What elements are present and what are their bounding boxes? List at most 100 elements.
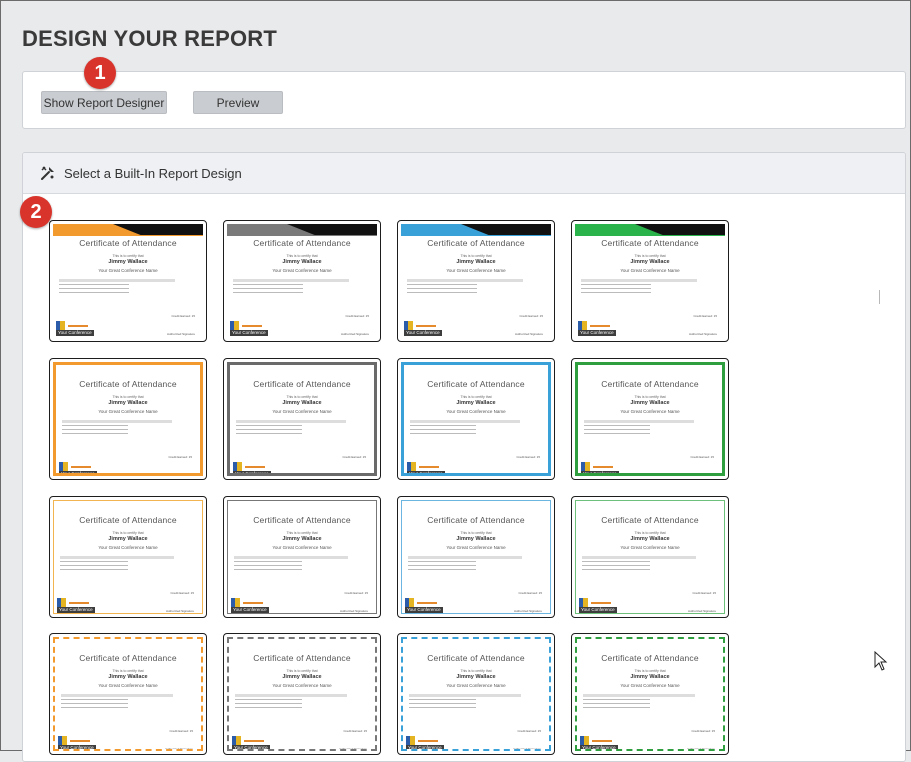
certificate-preview: Certificate of Attendance This is to cert…: [53, 500, 203, 614]
table-row: [410, 425, 476, 426]
conference-logo: Your Conference: [59, 462, 97, 473]
table-row: [408, 561, 477, 562]
certificate-title: Certificate of Attendance: [79, 653, 177, 663]
logo-text-line: [416, 324, 436, 327]
table-header: [61, 694, 173, 697]
table-header: [62, 420, 172, 423]
logo-top: [579, 598, 617, 607]
logo-label: Your Conference: [230, 330, 268, 336]
conference-logo: Your Conference: [231, 598, 269, 613]
table-row: [234, 565, 303, 566]
certificate-name: Jimmy Wallace: [108, 400, 148, 406]
report-design-thumbnail[interactable]: Certificate of Attendance This is to cert…: [397, 220, 555, 342]
table-row: [234, 569, 303, 570]
logo-figure-icon: [578, 321, 587, 330]
certificate-name: Jimmy Wallace: [282, 536, 322, 542]
step-badge-1: 1: [84, 57, 116, 89]
conference-logo: Your Conference: [58, 736, 96, 749]
logo-text-line: [71, 465, 91, 468]
table-header: [410, 420, 520, 423]
table-row: [407, 288, 477, 289]
report-design-thumbnail[interactable]: Certificate of Attendance This is to cert…: [397, 496, 555, 618]
report-design-thumbnail[interactable]: Certificate of Attendance This is to cert…: [223, 358, 381, 480]
certificate-title: Certificate of Attendance: [253, 653, 351, 663]
banner-line: [227, 235, 377, 236]
certificate-signature: Authorized Signature: [339, 609, 368, 613]
logo-label: Your Conference: [58, 745, 96, 749]
table-row: [409, 703, 477, 704]
conference-logo: Your Conference: [407, 462, 445, 473]
table-row: [408, 569, 477, 570]
certificate-banner: [227, 224, 377, 236]
certificate-table: [408, 556, 522, 573]
certificate-preview: Certificate of Attendance This is to cert…: [401, 362, 551, 476]
report-design-thumbnail[interactable]: Certificate of Attendance This is to cert…: [397, 633, 555, 755]
certificate-name: Jimmy Wallace: [630, 536, 670, 542]
report-design-thumbnail[interactable]: Certificate of Attendance This is to cert…: [571, 496, 729, 618]
certificate-certifies: This is to certify that: [634, 254, 666, 258]
certificate-table: [60, 556, 174, 573]
logo-figure-icon: [231, 598, 240, 607]
certificate-banner: [575, 224, 725, 236]
certificate-table: [581, 279, 697, 296]
certificate-certifies: This is to certify that: [634, 531, 666, 535]
certificate-title: Certificate of Attendance: [79, 515, 177, 525]
certificate-name: Jimmy Wallace: [108, 259, 148, 265]
table-row: [236, 433, 302, 434]
certificate-title: Certificate of Attendance: [253, 515, 351, 525]
table-row: [235, 703, 303, 704]
certificate-certifies: This is to certify that: [112, 669, 144, 673]
logo-figure-icon: [405, 598, 414, 607]
report-design-thumbnail[interactable]: Certificate of Attendance This is to cert…: [397, 358, 555, 480]
built-in-designs-panel: Select a Built-In Report Design Certific…: [22, 152, 906, 762]
logo-label: Your Conference: [231, 607, 269, 613]
logo-top: [232, 736, 270, 745]
table-row: [61, 703, 129, 704]
certificate-table: [61, 694, 173, 711]
certificate-preview: Certificate of Attendance This is to cert…: [227, 224, 377, 338]
report-design-thumbnail[interactable]: Certificate of Attendance This is to cert…: [571, 633, 729, 755]
table-row: [407, 284, 477, 285]
report-design-thumbnail[interactable]: Certificate of Attendance This is to cert…: [571, 220, 729, 342]
report-design-thumbnail[interactable]: Certificate of Attendance This is to cert…: [223, 633, 381, 755]
table-header: [233, 279, 349, 282]
table-row: [409, 699, 477, 700]
table-row: [582, 561, 651, 562]
report-design-thumbnail[interactable]: Certificate of Attendance This is to cert…: [49, 358, 207, 480]
report-design-thumbnail[interactable]: Certificate of Attendance This is to cert…: [49, 633, 207, 755]
logo-text-line: [244, 739, 264, 742]
logo-label: Your Conference: [404, 330, 442, 336]
certificate-certifies: This is to certify that: [634, 395, 666, 399]
certificate-certifies: This is to certify that: [286, 395, 318, 399]
table-row: [233, 292, 303, 293]
certificate-certifies: This is to certify that: [634, 669, 666, 673]
logo-figure-icon: [404, 321, 413, 330]
logo-text-line: [592, 739, 612, 742]
report-design-thumbnail[interactable]: Certificate of Attendance This is to cert…: [223, 220, 381, 342]
report-design-thumbnail[interactable]: Certificate of Attendance This is to cert…: [49, 220, 207, 342]
logo-text-line: [591, 601, 611, 604]
report-design-thumbnail[interactable]: Certificate of Attendance This is to cert…: [571, 358, 729, 480]
certificate-conference: Your Great Conference Name: [620, 545, 680, 550]
conference-logo: Your Conference: [580, 736, 618, 749]
preview-button[interactable]: Preview: [193, 91, 283, 114]
logo-label: Your Conference: [57, 607, 95, 613]
table-row: [409, 707, 477, 708]
certificate-conference: Your Great Conference Name: [272, 409, 332, 414]
table-header: [59, 279, 175, 282]
certificate-title: Certificate of Attendance: [601, 653, 699, 663]
report-design-thumbnail[interactable]: Certificate of Attendance This is to cert…: [223, 496, 381, 618]
logo-text-line: [590, 324, 610, 327]
certificate-credit: Credit Earned: 15: [519, 314, 543, 318]
certificate-signature: Authorized Signature: [685, 473, 714, 476]
certificate-credit: Credit Earned: 15: [517, 729, 541, 733]
logo-text-line: [68, 324, 88, 327]
logo-figure-icon: [406, 736, 415, 745]
certificate-certifies: This is to certify that: [112, 395, 144, 399]
logo-top: [57, 598, 95, 607]
table-row: [60, 565, 129, 566]
show-report-designer-button[interactable]: Show Report Designer: [41, 91, 167, 114]
logo-text-line: [593, 465, 613, 468]
banner-line: [401, 235, 551, 236]
report-design-thumbnail[interactable]: Certificate of Attendance This is to cert…: [49, 496, 207, 618]
